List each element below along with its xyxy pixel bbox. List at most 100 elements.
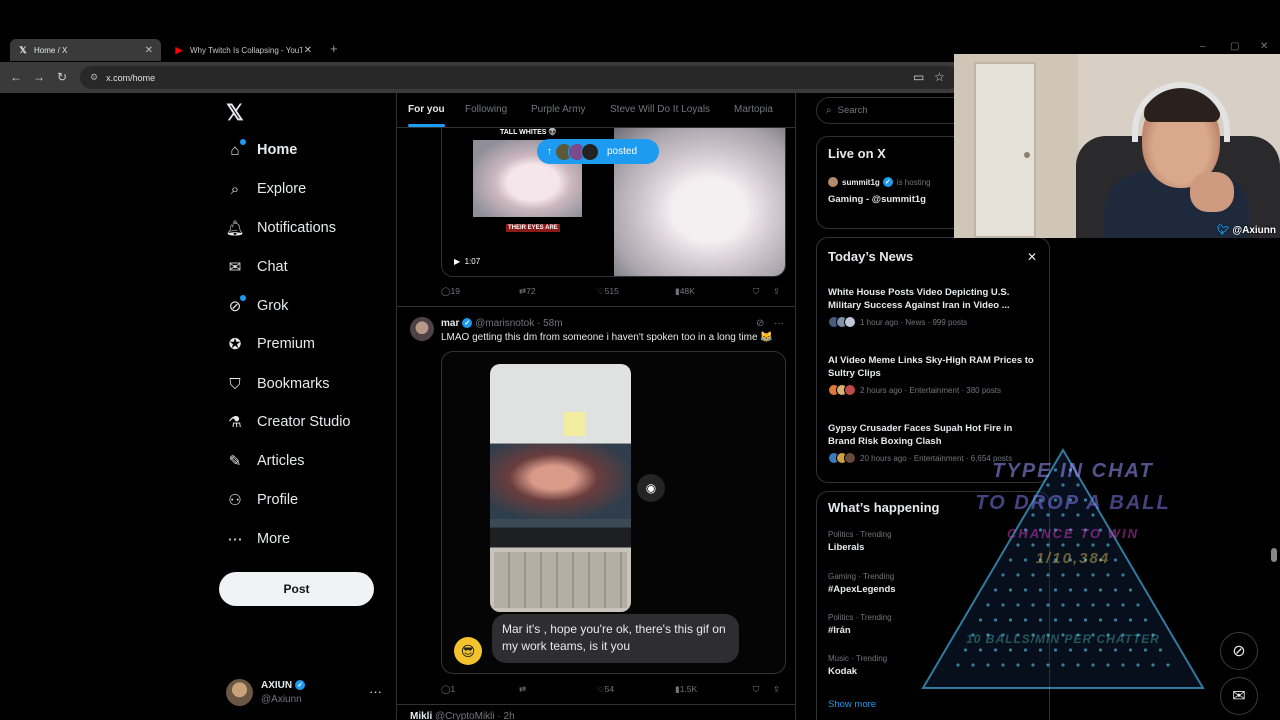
views-count: 48K [679,286,695,296]
plinko-peg [1091,543,1095,547]
nav-articles[interactable]: ✎ Articles [226,448,305,474]
trend-item[interactable]: Music · Trending Kodak [828,654,887,677]
grok-icon[interactable]: ⊘ [1220,632,1258,670]
tweet-actions: ◯ 19 ⇄ 72 ♡ 515 ▮ 48K ⛉ ⇪ [441,286,786,300]
bookmark-icon[interactable]: ⛉ [753,684,759,695]
share-icon[interactable]: ⇪ [773,286,780,297]
play-icon[interactable]: ▶ [454,257,460,266]
repost-button[interactable]: ⇄ 72 [519,286,536,297]
tab-purple-army[interactable]: Purple Army [531,104,585,115]
nav-explore[interactable]: ⌕ Explore [226,176,306,202]
video-duration: ▶ 1:07 [454,257,480,266]
show-more-link[interactable]: Show more [828,699,876,710]
author-name[interactable]: mar [441,318,459,329]
minimize-icon[interactable]: – [1200,41,1206,52]
x-logo-icon[interactable]: 𝕏 [226,100,244,126]
plinko-peg [1121,573,1125,577]
sticky-note [564,412,586,436]
tweet-time[interactable]: 2h [504,711,515,720]
tab-martopia[interactable]: Martopia [734,104,773,115]
url-input[interactable]: ⚙ x.com/home [80,66,960,89]
nav-more[interactable]: ⋯ More [226,526,291,552]
tab-youtube[interactable]: ▶ Why Twitch Is Collapsing - YouT ✕ [166,39,320,61]
back-icon[interactable]: ← [10,70,22,84]
tab-steve-will-do-it-loyals[interactable]: Steve Will Do It Loyals [610,104,710,115]
account-name: AXIUN [261,680,293,691]
nav-home[interactable]: ⌂ Home [226,137,297,163]
plinko-peg [1053,588,1058,592]
reload-icon[interactable]: ↻ [57,70,67,84]
news-item[interactable]: AI Video Meme Links Sky-High RAM Prices … [828,354,1040,396]
new-posts-pill[interactable]: ↑ posted [537,139,659,164]
cast-icon[interactable]: ▭ [913,70,924,84]
views-button[interactable]: ▮ 48K [675,286,695,297]
tab-x-home[interactable]: 𝕏 Home / X ✕ [10,39,161,61]
like-button[interactable]: ♡ 515 [597,286,619,297]
maximize-icon[interactable]: ▢ [1230,41,1239,52]
tweet-image[interactable]: ◉ 😎︎ Mar it's , hope you're ok, there's … [441,351,786,674]
home-icon: ⌂ [226,139,246,159]
plinko-peg [1106,543,1110,547]
plinko-peg [1046,603,1050,607]
repost-button[interactable]: ⇄ [519,684,526,695]
tab-for-you[interactable]: For you [408,104,445,127]
trend-topic: Kodak [828,666,858,677]
bookmark-icon[interactable]: ⛉ [753,286,759,297]
post-button[interactable]: Post [219,572,374,606]
grok-icon[interactable]: ⊘ [756,318,764,329]
close-tab-icon[interactable]: ✕ [145,45,153,56]
plinko-peg [1136,663,1140,667]
plinko-peg [1098,618,1103,622]
camera-icon[interactable]: ◉ [637,474,665,502]
plinko-peg [1091,663,1095,667]
reply-button[interactable]: ◯ 19 [441,286,460,297]
plinko-peg [1001,603,1005,607]
tweet-text: LMAO getting this dm from someone i have… [441,332,773,343]
like-button[interactable]: ♡ 54 [597,684,614,695]
nav-label: Home [257,142,298,158]
author-handle[interactable]: @marisnotok [475,318,534,329]
close-icon[interactable]: ✕ [1027,250,1037,264]
author-name[interactable]: Mikli [410,711,432,720]
views-button[interactable]: ▮ 1.5K [675,684,697,695]
nav-chat[interactable]: ✉ Chat [226,254,288,280]
phone-photo [490,364,631,612]
close-tab-icon[interactable]: ✕ [304,45,312,56]
share-icon[interactable]: ⇪ [773,684,780,695]
site-info-icon[interactable]: ⚙ [90,72,98,83]
trend-item[interactable]: Politics · Trending #Irán [828,613,892,636]
more-options-icon[interactable]: ··· [774,318,784,329]
bookmark-star-icon[interactable]: ☆ [934,70,945,84]
forward-icon[interactable]: → [33,70,45,84]
plinko-peg [963,648,968,652]
close-window-icon[interactable]: ✕ [1260,41,1268,52]
nav-creator-studio[interactable]: ⚗ Creator Studio [226,409,350,435]
plinko-line-4: 1/10,384 [1035,550,1111,567]
messages-icon[interactable]: ✉ [1220,677,1258,715]
keyboard [494,552,627,608]
account-switcher[interactable]: AXIUN ✓ @Axiunn ··· [226,678,386,708]
plinko-peg [1038,588,1043,592]
plinko-peg [1083,618,1088,622]
nav-premium[interactable]: ✪ Premium [226,331,315,357]
search-input[interactable]: ⌕ Search [816,97,966,124]
plinko-peg [1031,573,1035,577]
tab-following[interactable]: Following [465,104,507,115]
nav-notifications[interactable]: 🔔︎ Notifications [225,215,336,241]
new-tab-icon[interactable]: + [330,41,338,56]
plinko-peg [1128,618,1133,622]
nav-grok[interactable]: ⊘ Grok [226,293,288,319]
webcam-tag: 🐦︎ @Axiunn [1217,225,1276,236]
reply-button[interactable]: ◯ 1 [441,684,455,695]
avatar[interactable] [410,317,434,341]
news-item[interactable]: White House Posts Video Depicting U.S. M… [828,286,1040,328]
author-handle[interactable]: @CryptoMikli [435,711,495,720]
scrollbar[interactable] [1271,548,1277,562]
tweet-time[interactable]: 58m [543,318,562,329]
trend-item[interactable]: Gaming · Trending #ApexLegends [828,572,896,595]
nav-bookmarks[interactable]: ⛉ Bookmarks [226,371,329,397]
trend-item[interactable]: Politics · Trending Liberals [828,530,892,553]
more-options-icon[interactable]: ··· [369,684,382,699]
nav-profile[interactable]: ⚇ Profile [226,487,298,513]
timeline[interactable]: For you Following Purple Army Steve Will… [396,93,796,720]
